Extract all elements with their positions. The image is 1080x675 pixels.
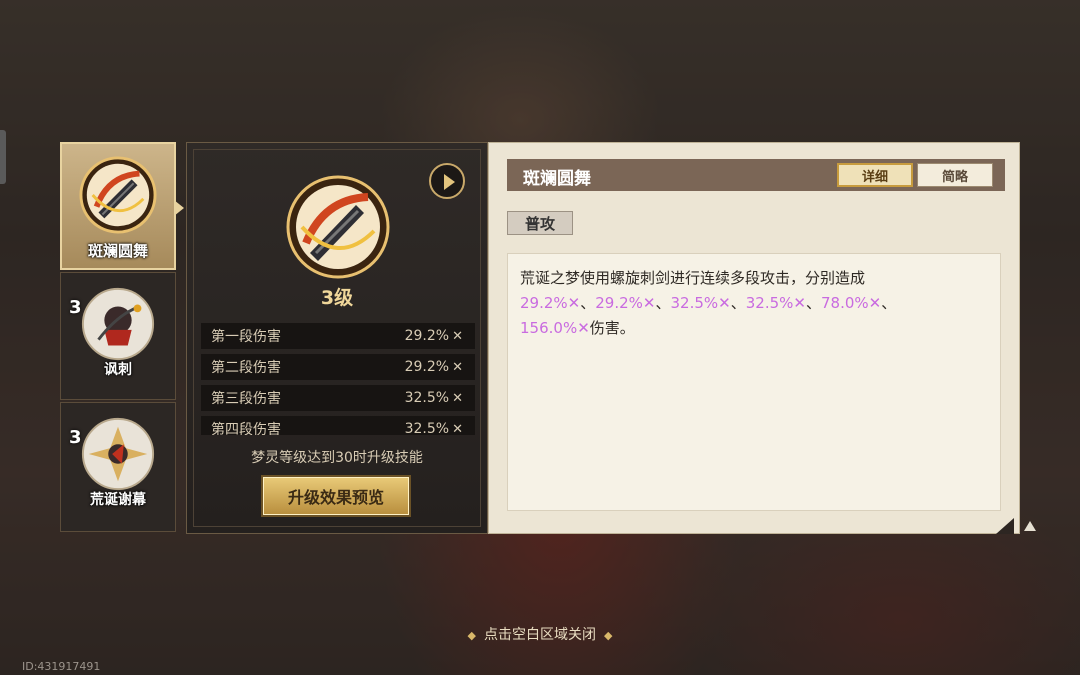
skill-description: 荒诞之梦使用螺旋刺剑进行连续多段攻击，分别造成 29.2%✕、29.2%✕、32… xyxy=(507,253,1001,511)
stat-value-group: 32.5% ✕ xyxy=(405,390,463,406)
diamond-icon: ◆ xyxy=(467,629,476,642)
panel-corner-decoration xyxy=(996,518,1014,534)
upgrade-preview-button[interactable]: 升级效果预览 xyxy=(263,477,409,515)
stat-value-group: 29.2% ✕ xyxy=(405,328,463,344)
cursor-icon xyxy=(1024,521,1036,531)
skill-tab-2[interactable]: 3 讽刺 xyxy=(60,272,176,400)
stat-value-group: 29.2% ✕ xyxy=(405,359,463,375)
desc-value: 32.5% xyxy=(670,294,719,312)
stat-label: 第四段伤害 xyxy=(211,422,281,435)
desc-value: 78.0% xyxy=(821,294,869,312)
skill-type-badge: 普攻 xyxy=(507,211,573,235)
spiral-lance-icon xyxy=(79,156,157,234)
multiplier-icon: ✕ xyxy=(452,328,463,344)
desc-separator: 、 xyxy=(881,294,897,312)
stat-value-group: 32.5% ✕ xyxy=(405,421,463,435)
stat-value: 29.2% xyxy=(404,328,450,344)
multiplier-icon: ✕ xyxy=(868,294,882,312)
multiplier-icon: ✕ xyxy=(642,294,656,312)
desc-value: 29.2% xyxy=(595,294,643,312)
desc-suffix: 伤害。 xyxy=(589,319,635,337)
multiplier-icon: ✕ xyxy=(577,319,590,337)
curtain-call-icon xyxy=(81,417,155,491)
stat-row: 第三段伤害 32.5% ✕ xyxy=(201,385,475,411)
stat-label: 第一段伤害 xyxy=(211,329,281,345)
skill-info-panel: 斑斓圆舞 详细 简略 普攻 荒诞之梦使用螺旋刺剑进行连续多段攻击，分别造成 29… xyxy=(488,142,1020,534)
detail-toggle-button[interactable]: 详细 xyxy=(837,163,913,187)
user-id: ID:431917491 xyxy=(22,660,101,673)
brief-toggle-button[interactable]: 简略 xyxy=(917,163,993,187)
damage-stat-list[interactable]: 第一段伤害 29.2% ✕ 第二段伤害 29.2% ✕ 第三段伤害 32.5% … xyxy=(201,323,475,435)
stat-label: 第二段伤害 xyxy=(211,360,281,376)
multiplier-icon: ✕ xyxy=(793,294,806,312)
skill-tab-name: 斑斓圆舞 xyxy=(87,242,148,260)
desc-value: 32.5% xyxy=(745,294,794,312)
upgrade-requirement: 梦灵等级达到30时升级技能 xyxy=(251,450,423,466)
diamond-icon: ◆ xyxy=(604,629,613,642)
stat-row: 第四段伤害 32.5% ✕ xyxy=(201,416,475,435)
multiplier-icon: ✕ xyxy=(452,390,463,406)
play-preview-button[interactable] xyxy=(429,163,465,199)
skill-tab-name: 讽刺 xyxy=(104,362,132,378)
stat-label: 第三段伤害 xyxy=(211,391,281,407)
skill-title: 斑斓圆舞 xyxy=(523,169,591,189)
desc-separator: 、 xyxy=(655,294,671,312)
skill-level-label: 3级 xyxy=(320,287,354,309)
stat-value: 32.5% xyxy=(404,390,450,406)
stat-value: 32.5% xyxy=(404,421,450,435)
stat-row: 第一段伤害 29.2% ✕ xyxy=(201,323,475,349)
multiplier-icon: ✕ xyxy=(567,294,581,312)
skill-tab-3[interactable]: 3 荒诞谢幕 xyxy=(60,402,176,532)
close-hint[interactable]: ◆ 点击空白区域关闭 ◆ xyxy=(0,624,1080,644)
skill-tab-name: 荒诞谢幕 xyxy=(90,492,146,508)
skill-level-panel: 3级 第一段伤害 29.2% ✕ 第二段伤害 29.2% ✕ 第三段伤害 32.… xyxy=(186,142,488,534)
skill-title-bar: 斑斓圆舞 详细 简略 xyxy=(507,159,1005,191)
skill-tab-1[interactable]: 斑斓圆舞 xyxy=(60,142,184,270)
jester-icon xyxy=(81,287,155,361)
spiral-lance-icon xyxy=(286,175,390,279)
desc-prefix: 荒诞之梦使用螺旋刺剑进行连续多段攻击，分别造成 xyxy=(520,269,866,287)
close-hint-text: 点击空白区域关闭 xyxy=(484,627,596,643)
multiplier-icon: ✕ xyxy=(452,421,463,436)
side-handle xyxy=(0,130,6,184)
desc-separator: 、 xyxy=(730,294,746,312)
stat-value: 29.2% xyxy=(404,359,450,375)
active-tab-pointer xyxy=(174,200,184,216)
desc-value: 156.0% xyxy=(520,319,578,337)
stat-row: 第二段伤害 29.2% ✕ xyxy=(201,354,475,380)
desc-separator: 、 xyxy=(580,294,596,312)
desc-separator: 、 xyxy=(805,294,821,312)
desc-value: 29.2% xyxy=(520,294,568,312)
multiplier-icon: ✕ xyxy=(718,294,731,312)
multiplier-icon: ✕ xyxy=(452,359,463,375)
